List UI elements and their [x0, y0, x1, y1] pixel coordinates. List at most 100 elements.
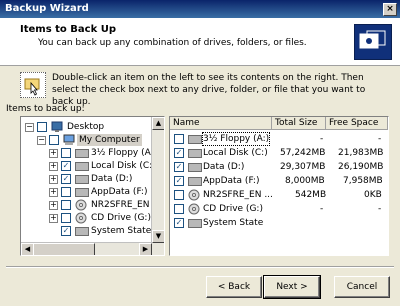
- column-header-total-size[interactable]: Total Size: [272, 117, 326, 130]
- row-name: Local Disk (C:): [203, 148, 268, 158]
- row-total: 542MB: [295, 190, 327, 200]
- list-row[interactable]: ✓ AppData (F:) 8,000MB 7,958MB: [170, 175, 388, 187]
- instructions-text: Double-click an item on the left to see …: [52, 73, 366, 107]
- tree-item-label: 3½ Floppy (A:): [91, 148, 158, 158]
- expand-icon[interactable]: +: [49, 162, 58, 171]
- hard-drive-icon: [75, 188, 89, 197]
- list-row[interactable]: ✓ Data (D:) 29,307MB 26,190MB: [170, 161, 388, 173]
- row-free: 26,190MB: [338, 162, 384, 172]
- row-free: -: [378, 204, 382, 214]
- tree-horizontal-scrollbar[interactable]: ◀ ▶: [21, 242, 152, 255]
- collapse-icon[interactable]: −: [37, 136, 46, 145]
- row-name: CD Drive (G:): [203, 204, 263, 214]
- tree-item-label: Data (D:): [91, 174, 133, 184]
- list-row[interactable]: CD Drive (G:) - -: [170, 203, 388, 215]
- row-free: 7,958MB: [343, 176, 383, 186]
- list-row[interactable]: 3½ Floppy (A:) - -: [170, 132, 388, 146]
- back-button[interactable]: < Back: [206, 276, 262, 298]
- row-name: System State: [203, 218, 264, 228]
- items-list[interactable]: Name Total Size Free Space 3½ Floppy (A:…: [169, 116, 389, 256]
- hard-drive-icon: [188, 149, 202, 158]
- cancel-button[interactable]: Cancel: [334, 276, 390, 298]
- tree-label: Items to back up:: [6, 104, 85, 114]
- row-total: 57,242MB: [280, 148, 326, 158]
- checkbox[interactable]: [61, 200, 71, 210]
- tree-item-label: System State: [91, 226, 152, 236]
- scroll-thumb[interactable]: [33, 243, 95, 255]
- row-free: 0KB: [364, 190, 382, 200]
- tree-item-my-computer[interactable]: − My Computer: [21, 134, 151, 146]
- row-total: 29,307MB: [280, 162, 326, 172]
- row-name: Data (D:): [203, 162, 245, 172]
- tree-item-local-disk-c[interactable]: + ✓ Local Disk (C:): [21, 160, 156, 172]
- checkbox[interactable]: ✓: [61, 161, 71, 171]
- checkbox[interactable]: [37, 122, 47, 132]
- checkbox[interactable]: [174, 204, 184, 214]
- checkbox[interactable]: ✓: [174, 176, 184, 186]
- scroll-right-icon[interactable]: ▶: [139, 243, 152, 255]
- floppy-drive-icon: [75, 149, 89, 158]
- checkbox[interactable]: ✓: [174, 148, 184, 158]
- tree-item-cd-drive-g[interactable]: + CD Drive (G:): [21, 212, 151, 224]
- hard-drive-icon: [188, 177, 202, 186]
- footer-divider: [6, 266, 394, 268]
- expand-icon[interactable]: +: [49, 175, 58, 184]
- checkbox[interactable]: ✓: [174, 218, 184, 228]
- checkbox[interactable]: ✓: [174, 162, 184, 172]
- expand-icon[interactable]: +: [49, 201, 58, 210]
- hard-drive-icon: [75, 162, 89, 171]
- tree-item-appdata-f[interactable]: + AppData (F:): [21, 186, 151, 198]
- checkbox[interactable]: [61, 187, 71, 197]
- tree-item-nr2sfre[interactable]: + NR2SFRE_EN: [21, 199, 151, 211]
- tree-item-label: NR2SFRE_EN: [91, 200, 150, 210]
- header-subtitle: You can back up any combination of drive…: [38, 38, 307, 48]
- checkbox[interactable]: [49, 135, 59, 145]
- row-total: 8,000MB: [285, 176, 325, 186]
- tree-item-system-state[interactable]: ✓ System State: [21, 225, 151, 237]
- window-title: Backup Wizard: [5, 3, 89, 14]
- items-tree[interactable]: − Desktop − My Computer + 3½ Floppy (A:)…: [20, 116, 165, 256]
- tree-item-label: Local Disk (C:): [91, 161, 156, 171]
- row-total: -: [320, 204, 324, 214]
- row-free: -: [378, 134, 382, 144]
- tree-vertical-scrollbar[interactable]: ▲ ▼: [151, 117, 164, 255]
- tree-item-label: AppData (F:): [91, 187, 148, 197]
- expand-icon[interactable]: +: [49, 214, 58, 223]
- title-bar: Backup Wizard ×: [0, 0, 400, 18]
- expand-icon[interactable]: +: [49, 149, 58, 158]
- checkbox[interactable]: [174, 190, 184, 200]
- row-free: 21,983MB: [338, 148, 384, 158]
- header-title: Items to Back Up: [20, 24, 116, 35]
- row-name: AppData (F:): [203, 176, 260, 186]
- collapse-icon[interactable]: −: [25, 123, 34, 132]
- tree-item-label: Desktop: [67, 122, 105, 132]
- list-row[interactable]: ✓ Local Disk (C:) 57,242MB 21,983MB: [170, 147, 388, 159]
- list-row[interactable]: ✓ System State: [170, 217, 388, 229]
- scroll-up-icon[interactable]: ▲: [152, 117, 164, 130]
- wizard-header: Items to Back Up You can back up any com…: [0, 18, 400, 66]
- tree-item-desktop[interactable]: − Desktop: [21, 121, 151, 133]
- tree-item-floppy[interactable]: + 3½ Floppy (A:): [21, 147, 157, 159]
- column-header-free-space[interactable]: Free Space: [326, 117, 388, 130]
- checkbox[interactable]: ✓: [61, 226, 71, 236]
- close-button[interactable]: ×: [383, 3, 397, 16]
- next-button[interactable]: Next >: [263, 275, 321, 299]
- hard-drive-icon: [188, 163, 202, 172]
- list-row[interactable]: NR2SFRE_EN ... 542MB 0KB: [170, 189, 388, 201]
- backup-wizard-icon: [354, 24, 392, 60]
- row-name: NR2SFRE_EN ...: [203, 190, 273, 200]
- system-state-icon: [188, 219, 202, 228]
- tree-item-data-d[interactable]: + ✓ Data (D:): [21, 173, 151, 185]
- column-header-name[interactable]: Name: [170, 117, 272, 130]
- checkbox[interactable]: [61, 148, 71, 158]
- system-state-icon: [75, 227, 89, 236]
- checkbox[interactable]: ✓: [61, 174, 71, 184]
- tree-item-label: CD Drive (G:): [91, 213, 151, 223]
- pointer-hint-icon: [20, 72, 46, 98]
- hard-drive-icon: [75, 175, 89, 184]
- scroll-down-icon[interactable]: ▼: [152, 230, 164, 243]
- expand-icon[interactable]: +: [49, 188, 58, 197]
- checkbox[interactable]: [61, 213, 71, 223]
- checkbox[interactable]: [174, 134, 184, 144]
- floppy-drive-icon: [188, 135, 202, 144]
